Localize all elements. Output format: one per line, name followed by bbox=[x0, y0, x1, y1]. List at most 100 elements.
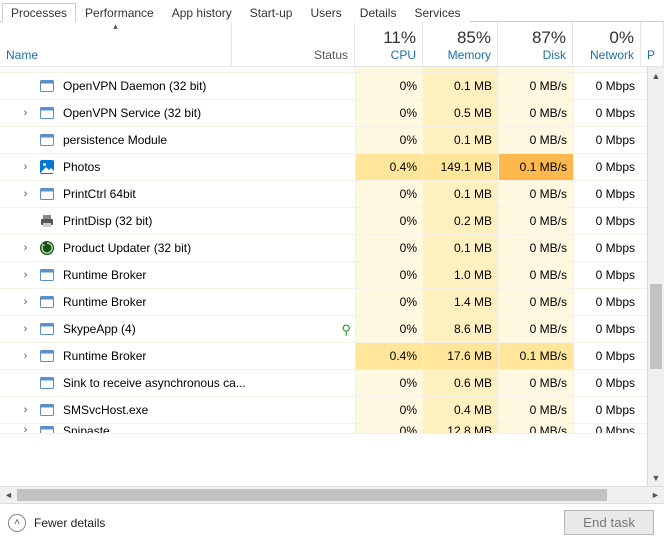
process-name-cell[interactable]: ›OpenVPN Daemon (32 bit) bbox=[0, 73, 355, 99]
scroll-right-icon[interactable]: ► bbox=[647, 490, 664, 500]
process-name-cell[interactable]: ›Runtime Broker bbox=[0, 343, 355, 369]
cell-disk: 0.1 MB/s bbox=[498, 154, 573, 180]
table-row[interactable]: ›Runtime Broker0%1.4 MB0 MB/s0 Mbps bbox=[0, 289, 647, 316]
cell-disk: 0 MB/s bbox=[498, 73, 573, 99]
col-network[interactable]: 0% Network bbox=[573, 22, 641, 66]
process-name-cell[interactable]: › Runtime Broker bbox=[0, 289, 355, 315]
window-icon bbox=[39, 321, 55, 337]
col-name-label: Name bbox=[6, 48, 38, 62]
col-status[interactable]: Status bbox=[232, 22, 355, 66]
cell-net: 0 Mbps bbox=[573, 289, 641, 315]
cell-mem: 0.2 MB bbox=[423, 208, 498, 234]
table-row[interactable]: ›PrintCtrl 64bit0%0.1 MB0 MB/s0 Mbps bbox=[0, 181, 647, 208]
table-row[interactable]: ›OpenVPN Daemon (32 bit)0%0.1 MB0 MB/s0 … bbox=[0, 73, 647, 100]
window-icon bbox=[39, 186, 55, 202]
cell-net: 0 Mbps bbox=[573, 235, 641, 261]
window-icon bbox=[39, 348, 55, 364]
process-name-cell[interactable]: ›SMSvcHost.exe bbox=[0, 397, 355, 423]
table-row[interactable]: ›Sink to receive asynchronous ca...0%0.6… bbox=[0, 370, 647, 397]
expand-chevron-icon[interactable]: › bbox=[20, 424, 31, 434]
expand-chevron-icon[interactable]: › bbox=[20, 323, 31, 335]
cell-mem: 149.1 MB bbox=[423, 154, 498, 180]
expand-chevron-icon[interactable]: › bbox=[20, 296, 31, 308]
expand-chevron-icon[interactable]: › bbox=[20, 350, 31, 362]
cell-cpu: 0% bbox=[355, 289, 423, 315]
cell-cpu: 0% bbox=[355, 370, 423, 396]
tab-users[interactable]: Users bbox=[301, 3, 350, 22]
cell-mem: 0.1 MB bbox=[423, 73, 498, 99]
table-row[interactable]: ›persistence Module0%0.1 MB0 MB/s0 Mbps bbox=[0, 127, 647, 154]
table-row[interactable]: ›SMSvcHost.exe0%0.4 MB0 MB/s0 Mbps bbox=[0, 397, 647, 424]
process-name-cell[interactable]: ›Snipaste bbox=[0, 424, 355, 433]
cell-cpu: 0% bbox=[355, 208, 423, 234]
col-memory-pct: 85% bbox=[457, 28, 491, 48]
process-name-cell[interactable]: ›PrintCtrl 64bit bbox=[0, 181, 355, 207]
expand-chevron-icon[interactable]: › bbox=[20, 404, 31, 416]
tab-details[interactable]: Details bbox=[351, 3, 406, 22]
cell-disk: 0 MB/s bbox=[498, 127, 573, 153]
table-row[interactable]: ›Product Updater (32 bit)0%0.1 MB0 MB/s0… bbox=[0, 235, 647, 262]
expand-chevron-icon[interactable]: › bbox=[20, 188, 31, 200]
scroll-up-icon[interactable]: ▲ bbox=[648, 67, 664, 84]
process-name-cell[interactable]: ›Photos bbox=[0, 154, 355, 180]
hscroll-thumb[interactable] bbox=[17, 489, 607, 501]
col-cpu[interactable]: 11% CPU bbox=[355, 22, 423, 66]
process-name-cell[interactable]: ›SkypeApp (4)⚲ bbox=[0, 316, 355, 342]
expand-chevron-icon[interactable]: › bbox=[20, 269, 31, 281]
cell-disk: 0 MB/s bbox=[498, 181, 573, 207]
vertical-scrollbar[interactable]: ▲ ▼ bbox=[647, 67, 664, 486]
process-name: Runtime Broker bbox=[63, 295, 146, 309]
expand-chevron-icon[interactable]: › bbox=[20, 107, 31, 119]
scroll-down-icon[interactable]: ▼ bbox=[648, 469, 664, 486]
cell-cpu: 0% bbox=[355, 100, 423, 126]
process-name: persistence Module bbox=[63, 133, 167, 147]
cell-cpu: 0.4% bbox=[355, 154, 423, 180]
fewer-details-label: Fewer details bbox=[34, 516, 105, 530]
process-name: PrintDisp (32 bit) bbox=[63, 214, 152, 228]
process-name-cell[interactable]: ›Product Updater (32 bit) bbox=[0, 235, 355, 261]
horizontal-scrollbar[interactable]: ◄ ► bbox=[0, 486, 664, 503]
cell-disk: 0 MB/s bbox=[498, 208, 573, 234]
tab-start-up[interactable]: Start-up bbox=[241, 3, 302, 22]
tab-services[interactable]: Services bbox=[405, 3, 469, 22]
cell-net: 0 Mbps bbox=[573, 73, 641, 99]
process-name-cell[interactable]: ›persistence Module bbox=[0, 127, 355, 153]
process-name-cell[interactable]: ›OpenVPN Service (32 bit) bbox=[0, 100, 355, 126]
process-name-cell[interactable]: ›Runtime Broker bbox=[0, 262, 355, 288]
table-row[interactable]: ›Photos0.4%149.1 MB0.1 MB/s0 Mbps bbox=[0, 154, 647, 181]
col-disk[interactable]: 87% Disk bbox=[498, 22, 573, 66]
process-name-cell[interactable]: ›Microsoft® Volume Shadow Co... bbox=[0, 67, 355, 72]
table-row[interactable]: ›PrintDisp (32 bit)0%0.2 MB0 MB/s0 Mbps bbox=[0, 208, 647, 235]
cell-cpu: 0% bbox=[355, 397, 423, 423]
process-name-cell[interactable]: ›Sink to receive asynchronous ca... bbox=[0, 370, 355, 396]
fewer-details-button[interactable]: ˄ Fewer details bbox=[8, 514, 105, 532]
end-task-button[interactable]: End task bbox=[564, 510, 654, 535]
table-row[interactable]: ›OpenVPN Service (32 bit)0%0.5 MB0 MB/s0… bbox=[0, 100, 647, 127]
col-extra[interactable]: P bbox=[641, 22, 664, 66]
cell-disk: 0 MB/s bbox=[498, 424, 573, 433]
sort-caret-up-icon: ▴ bbox=[113, 21, 118, 32]
table-row[interactable]: ›Runtime Broker0.4%17.6 MB0.1 MB/s0 Mbps bbox=[0, 343, 647, 370]
table-row[interactable]: ›Snipaste0%12.8 MB0 MB/s0 Mbps bbox=[0, 424, 647, 434]
scroll-thumb[interactable] bbox=[650, 284, 662, 369]
cell-disk: 0 MB/s bbox=[498, 397, 573, 423]
window-icon bbox=[39, 294, 55, 310]
tab-app-history[interactable]: App history bbox=[163, 3, 241, 22]
window-icon bbox=[39, 78, 55, 94]
window-icon bbox=[39, 375, 55, 391]
tab-processes[interactable]: Processes bbox=[2, 3, 76, 22]
table-row[interactable]: ›Runtime Broker0%1.0 MB0 MB/s0 Mbps bbox=[0, 262, 647, 289]
col-disk-pct: 87% bbox=[532, 28, 566, 48]
cell-net: 0 Mbps bbox=[573, 154, 641, 180]
expand-chevron-icon[interactable]: › bbox=[20, 161, 31, 173]
cell-mem: 0.1 MB bbox=[423, 181, 498, 207]
process-name-cell[interactable]: ›PrintDisp (32 bit) bbox=[0, 208, 355, 234]
col-memory[interactable]: 85% Memory bbox=[423, 22, 498, 66]
table-row[interactable]: ›SkypeApp (4)⚲0%8.6 MB0 MB/s0 Mbps bbox=[0, 316, 647, 343]
col-name[interactable]: ▴ Name bbox=[0, 22, 232, 66]
tab-performance[interactable]: Performance bbox=[76, 3, 163, 22]
window-icon bbox=[39, 132, 55, 148]
expand-chevron-icon[interactable]: › bbox=[20, 242, 31, 254]
scroll-left-icon[interactable]: ◄ bbox=[0, 490, 17, 500]
leaf-indicator-icon: ⚲ bbox=[341, 322, 351, 338]
